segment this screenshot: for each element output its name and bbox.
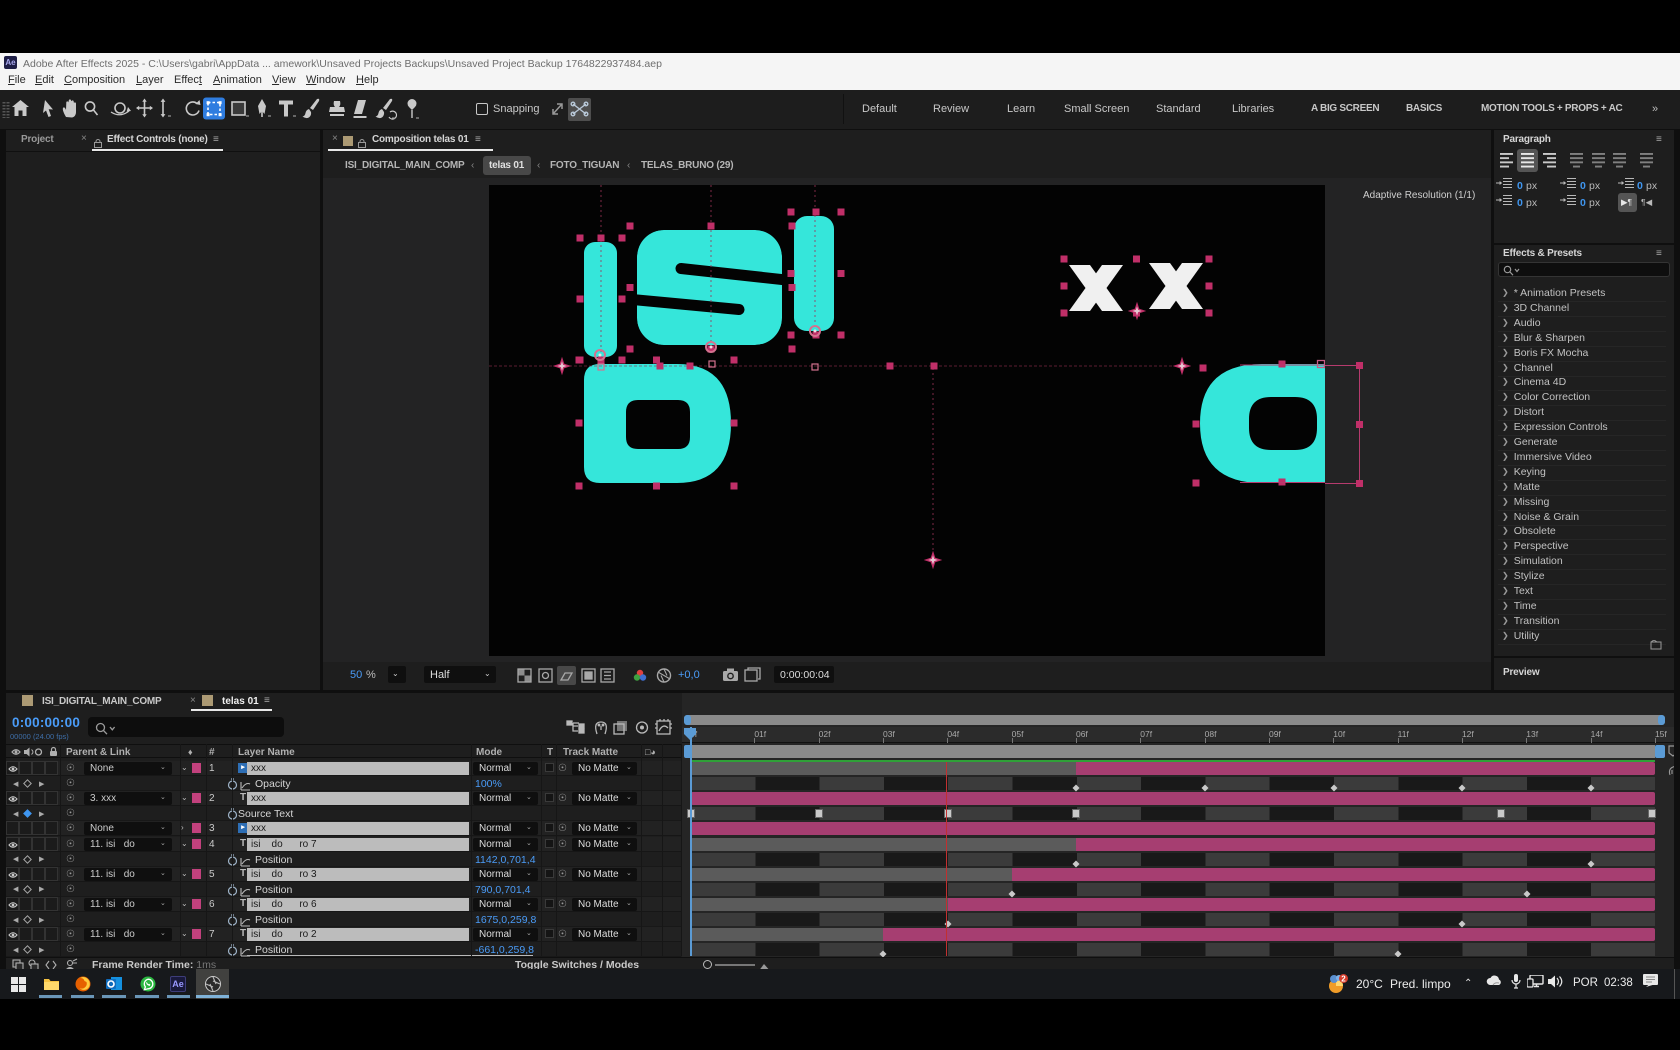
svg-text:2: 2 bbox=[1341, 975, 1346, 984]
